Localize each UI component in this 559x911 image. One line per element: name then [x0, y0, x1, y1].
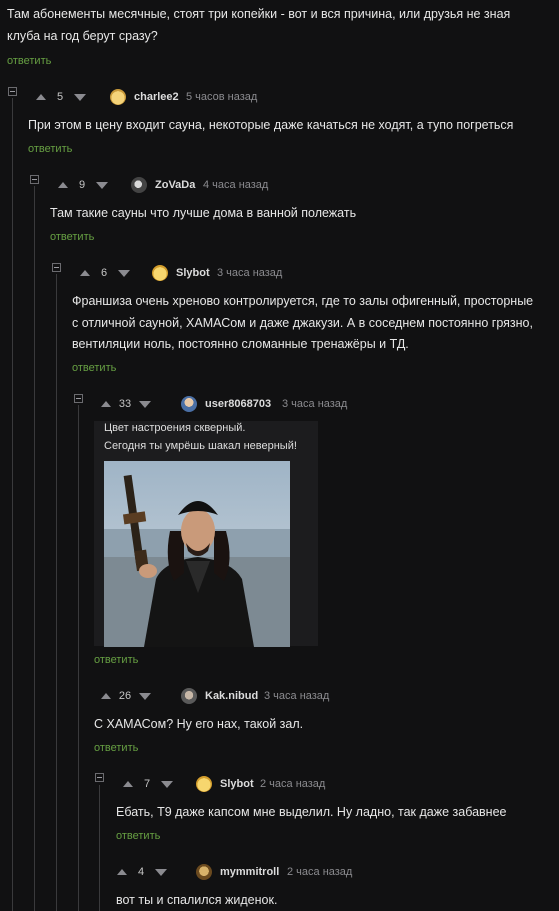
vote-count: 4: [137, 866, 145, 878]
comment-text-line: Там абонементы месячные, стоят три копей…: [7, 7, 511, 21]
avatar[interactable]: [181, 688, 197, 704]
downvote-arrow-icon[interactable]: [155, 868, 167, 876]
comment-author[interactable]: Kak.nibud: [205, 690, 258, 702]
comment-author[interactable]: charlee2: [134, 91, 179, 103]
upvote-arrow-icon[interactable]: [117, 869, 127, 875]
vote-count: 26: [118, 690, 132, 702]
image-caption: Цвет настроения скверный.: [104, 422, 246, 434]
avatar[interactable]: [196, 776, 212, 792]
reply-link[interactable]: ответить: [28, 143, 72, 155]
reply-link[interactable]: ответить: [94, 654, 138, 666]
comment-author[interactable]: user8068703: [205, 398, 271, 410]
image-caption: Сегодня ты умрёшь шакал неверный!: [104, 440, 297, 452]
downvote-arrow-icon[interactable]: [118, 269, 130, 277]
reply-link[interactable]: ответить: [7, 55, 51, 67]
thread-line: [12, 98, 13, 911]
comment-text-line: вот ты и спалился жиденок.: [116, 893, 278, 907]
comment-time: 3 часа назад: [282, 398, 348, 410]
collapse-icon[interactable]: [95, 773, 104, 782]
comment-author[interactable]: Slybot: [176, 267, 210, 279]
avatar[interactable]: [131, 177, 147, 193]
comment-text-line: При этом в цену входит сауна, некоторые …: [28, 118, 514, 132]
upvote-arrow-icon[interactable]: [58, 182, 68, 188]
comment-text-line: Франшиза очень хреново контролируется, г…: [72, 294, 534, 308]
comment-time: 3 часа назад: [264, 690, 330, 702]
avatar[interactable]: [152, 265, 168, 281]
upvote-arrow-icon[interactable]: [123, 781, 133, 787]
image-photo[interactable]: [104, 461, 290, 647]
upvote-arrow-icon[interactable]: [101, 401, 111, 407]
vote-widget: 7: [123, 776, 173, 792]
comment-text-line: с отличной сауной, ХАМАСом и даже джакуз…: [72, 316, 533, 330]
downvote-arrow-icon[interactable]: [139, 400, 151, 408]
vote-count: 6: [100, 267, 108, 279]
reply-link[interactable]: ответить: [72, 362, 116, 374]
upvote-arrow-icon[interactable]: [80, 270, 90, 276]
comment-time: 5 часов назад: [186, 91, 258, 103]
image-post: Цвет настроения скверный. Сегодня ты умр…: [94, 421, 318, 647]
thread-line: [34, 186, 35, 911]
thread-line: [56, 274, 57, 911]
vote-count: 33: [118, 398, 132, 410]
upvote-arrow-icon[interactable]: [101, 693, 111, 699]
vote-widget: 4: [117, 864, 167, 880]
comment-time: 4 часа назад: [203, 179, 269, 191]
collapse-icon[interactable]: [30, 175, 39, 184]
thread-line: [99, 785, 100, 911]
comment-text-line: Там такие сауны что лучше дома в ванной …: [50, 206, 357, 220]
collapse-icon[interactable]: [52, 263, 61, 272]
downvote-arrow-icon[interactable]: [139, 692, 151, 700]
comment-time: 2 часа назад: [287, 866, 353, 878]
avatar[interactable]: [110, 89, 126, 105]
comment-text-line: клуба на год берут сразу?: [7, 29, 158, 43]
downvote-arrow-icon[interactable]: [96, 181, 108, 189]
vote-count: 7: [143, 778, 151, 790]
vote-widget: 6: [80, 265, 130, 281]
collapse-icon[interactable]: [74, 394, 83, 403]
downvote-arrow-icon[interactable]: [74, 93, 86, 101]
thread-line: [78, 405, 79, 911]
avatar[interactable]: [181, 396, 197, 412]
vote-widget: 9: [58, 177, 108, 193]
reply-link[interactable]: ответить: [50, 231, 94, 243]
avatar[interactable]: [196, 864, 212, 880]
comment-text-line: Ебать, Т9 даже капсом мне выделил. Ну ла…: [116, 805, 507, 819]
vote-count: 9: [78, 179, 86, 191]
reply-link[interactable]: ответить: [94, 742, 138, 754]
comment-author[interactable]: Slybot: [220, 778, 254, 790]
vote-count: 5: [56, 91, 64, 103]
upvote-arrow-icon[interactable]: [36, 94, 46, 100]
vote-widget: 5: [36, 89, 86, 105]
comment-time: 2 часа назад: [260, 778, 326, 790]
downvote-arrow-icon[interactable]: [161, 780, 173, 788]
comment-author[interactable]: mymmitroll: [220, 866, 279, 878]
comment-text-line: вентиляции ноль, постоянно сломанные тре…: [72, 337, 409, 351]
vote-widget: 26: [101, 688, 151, 704]
reply-link[interactable]: ответить: [116, 830, 160, 842]
comment-time: 3 часа назад: [217, 267, 283, 279]
vote-widget: 33: [101, 396, 151, 412]
comment-text-line: С ХАМАСом? Ну его нах, такой зал.: [94, 717, 304, 731]
comment-author[interactable]: ZoVaDa: [155, 179, 195, 191]
collapse-icon[interactable]: [8, 87, 17, 96]
